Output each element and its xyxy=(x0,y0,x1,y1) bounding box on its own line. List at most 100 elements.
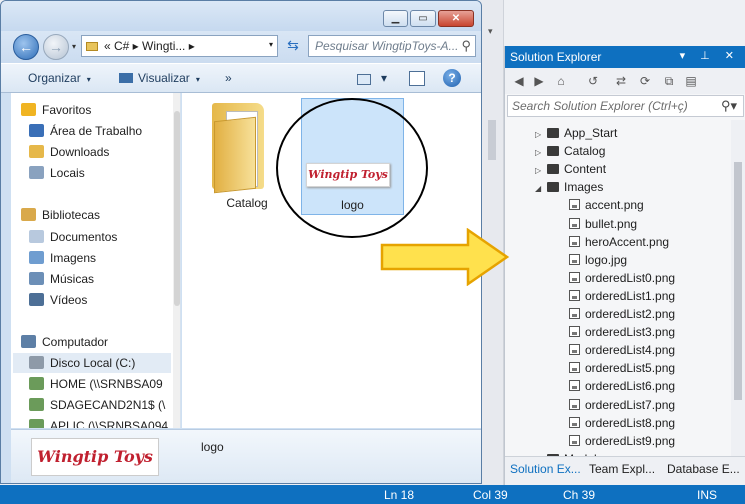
sync-icon[interactable]: ⇄ xyxy=(613,73,629,89)
nav-item[interactable]: Documentos xyxy=(29,227,171,247)
tree-file[interactable]: orderedList1.png xyxy=(565,287,675,305)
home-icon[interactable]: ⌂ xyxy=(553,73,569,89)
close-button[interactable]: ✕ xyxy=(438,10,474,27)
tree-file[interactable]: orderedList0.png xyxy=(565,269,675,287)
tree-file[interactable]: orderedList2.png xyxy=(565,305,675,323)
organize-label: Organizar xyxy=(28,71,81,85)
tree-folder[interactable]: ◢ Images xyxy=(535,178,603,196)
address-bar[interactable]: « C# ▸ Wingti... ▸ ▾ xyxy=(81,35,278,57)
scroll-thumb[interactable] xyxy=(734,162,742,400)
help-icon[interactable]: ? xyxy=(443,69,461,87)
history-dropdown-icon[interactable]: ▾ xyxy=(72,42,76,51)
image-file-icon xyxy=(569,271,580,283)
organize-button[interactable]: Organizar ▾ xyxy=(28,71,91,85)
show-all-files-icon[interactable]: ▤ xyxy=(683,73,699,89)
tab-team-explorer[interactable]: Team Expl... xyxy=(589,462,655,476)
music-icon xyxy=(29,272,44,285)
tree-file[interactable]: accent.png xyxy=(565,196,644,214)
tree-folder[interactable]: ▷ Catalog xyxy=(535,142,605,160)
item-label: Catalog xyxy=(226,196,268,210)
dropdown-arrow-icon[interactable]: ▾ xyxy=(488,26,493,37)
nav-item[interactable]: Músicas xyxy=(29,269,171,289)
chevron-down-icon[interactable]: ▾ xyxy=(269,40,273,49)
solution-explorer-toolbar: ◀ ▶ ⌂ ↺ ⇄ ⟳ ⧉ ▤ xyxy=(505,68,745,94)
tree-file[interactable]: bullet.png xyxy=(565,215,637,233)
navigation-scrollbar[interactable] xyxy=(173,93,180,428)
nav-item[interactable]: Downloads xyxy=(29,142,171,162)
tree-file[interactable]: orderedList5.png xyxy=(565,359,675,377)
status-line: Ln 18 xyxy=(384,488,415,502)
tree-file[interactable]: orderedList4.png xyxy=(565,341,675,359)
search-icon[interactable]: ⚲▾ xyxy=(721,98,737,114)
network-drive-icon xyxy=(29,377,44,390)
status-char: Ch 39 xyxy=(563,488,596,502)
maximize-button[interactable]: ▭ xyxy=(410,10,436,27)
search-placeholder: Search Solution Explorer (Ctrl+ç) xyxy=(512,99,688,113)
tree-file[interactable]: heroAccent.png xyxy=(565,233,669,251)
forward-button[interactable]: → xyxy=(43,34,69,60)
nav-item[interactable]: HOME (\\SRNBSA09 xyxy=(29,374,171,394)
more-commands-button[interactable]: » xyxy=(225,71,232,85)
nav-item[interactable]: Imagens xyxy=(29,248,171,268)
folder-icon xyxy=(86,42,98,51)
change-view-icon[interactable] xyxy=(357,74,371,85)
refresh-button[interactable]: ⇆ xyxy=(281,35,305,57)
back-button[interactable]: ← xyxy=(13,34,39,60)
arrow-annotation-icon xyxy=(380,228,510,286)
image-file-icon xyxy=(569,434,580,446)
tree-file[interactable]: orderedList7.png xyxy=(565,396,675,414)
details-file-name: logo xyxy=(201,440,224,454)
collapse-arrow-icon[interactable]: ◢ xyxy=(535,180,545,198)
tree-item-label: App_Start xyxy=(564,126,618,140)
solution-explorer-scrollbar[interactable] xyxy=(731,120,745,456)
nav-item[interactable]: Locais xyxy=(29,163,171,183)
nav-item-label: Downloads xyxy=(50,145,110,159)
image-file-icon xyxy=(569,199,580,211)
chevron-down-icon[interactable]: ▾ xyxy=(381,71,387,85)
star-icon xyxy=(21,103,36,116)
scroll-thumb[interactable] xyxy=(174,111,180,306)
tree-item-label: orderedList0.png xyxy=(585,270,676,285)
view-menu-icon xyxy=(119,73,133,83)
nav-item[interactable]: APLIC (\\SRNBSA094 xyxy=(29,416,171,428)
chevron-down-icon: ▾ xyxy=(195,75,200,84)
refresh-icon[interactable]: ⟳ xyxy=(637,73,653,89)
pictures-icon xyxy=(29,251,44,264)
tree-folder[interactable]: ▷ Content xyxy=(535,160,606,178)
nav-item[interactable]: Computador xyxy=(21,332,171,352)
back-icon[interactable]: ◀ xyxy=(511,73,527,89)
folder-icon xyxy=(547,128,559,138)
tree-file[interactable]: orderedList6.png xyxy=(565,377,675,395)
tree-file[interactable]: orderedList8.png xyxy=(565,414,675,432)
tree-file[interactable]: orderedList9.png xyxy=(565,432,675,450)
minimize-button[interactable]: ▁ xyxy=(383,10,408,27)
preview-pane-icon[interactable] xyxy=(409,71,425,86)
tab-database-explorer[interactable]: Database E... xyxy=(667,462,740,476)
forward-icon[interactable]: ▶ xyxy=(531,73,547,89)
panel-tab-strip: Solution Ex... Team Expl... Database E..… xyxy=(505,456,745,485)
nav-item-label: Computador xyxy=(42,335,109,349)
status-column: Col 39 xyxy=(473,488,508,502)
panel-window-controls[interactable]: ▾ ⊥ ✕ xyxy=(680,49,740,62)
solution-explorer-search-input[interactable]: Search Solution Explorer (Ctrl+ç) ⚲▾ xyxy=(507,95,744,117)
nav-item[interactable]: SDAGECAND2N1$ (\ xyxy=(29,395,171,415)
tree-item-label: orderedList4.png xyxy=(585,343,676,358)
nav-item[interactable]: Bibliotecas xyxy=(21,205,171,225)
network-drive-icon xyxy=(29,398,44,411)
tree-item-label: logo.jpg xyxy=(585,252,628,267)
image-file-icon xyxy=(569,217,580,229)
nav-item[interactable]: Favoritos xyxy=(21,100,171,120)
tree-folder[interactable]: ▷ App_Start xyxy=(535,124,617,142)
collapse-all-icon[interactable]: ⧉ xyxy=(661,73,677,89)
view-button[interactable]: Visualizar ▾ xyxy=(119,71,200,85)
tree-file[interactable]: logo.jpg xyxy=(565,251,627,269)
tree-file[interactable]: orderedList3.png xyxy=(565,323,675,341)
scroll-thumb[interactable] xyxy=(488,120,496,160)
tab-solution-explorer[interactable]: Solution Ex... xyxy=(510,462,581,476)
nav-item[interactable]: Área de Trabalho xyxy=(29,121,171,141)
nav-item-label: Disco Local (C:) xyxy=(50,356,136,370)
history-icon[interactable]: ↺ xyxy=(585,73,601,89)
nav-item[interactable]: Vídeos xyxy=(29,290,171,310)
search-input[interactable]: Pesquisar WingtipToys-A... ⚲ xyxy=(308,35,476,57)
nav-item[interactable]: Disco Local (C:) xyxy=(13,353,171,373)
